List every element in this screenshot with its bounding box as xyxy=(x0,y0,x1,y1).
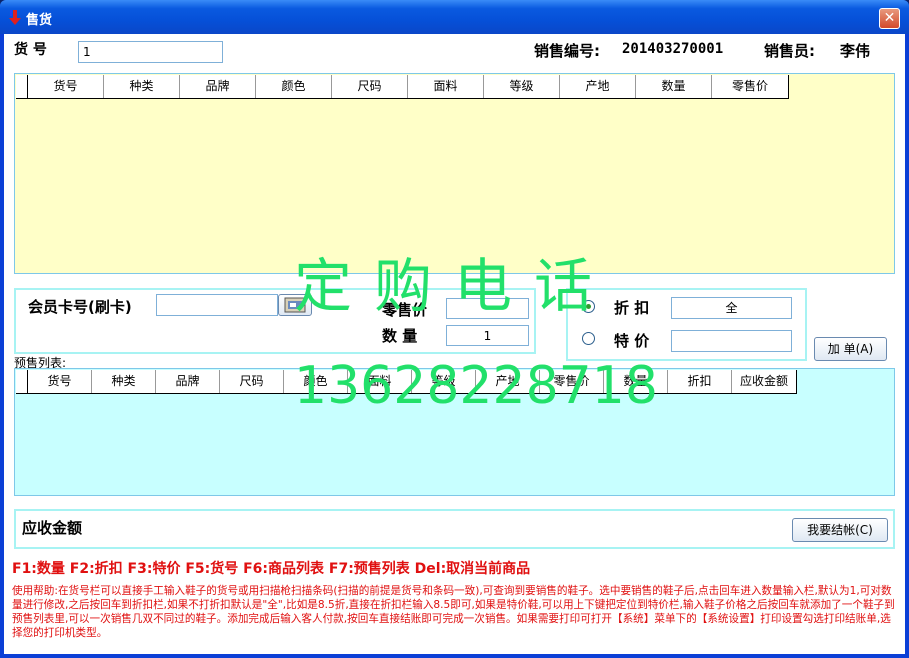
col-header[interactable]: 品牌 xyxy=(180,75,256,98)
col-header[interactable]: 零售价 xyxy=(712,75,788,98)
presale-grid-header: 货号 种类 品牌 尺码 颜色 面料 等级 产地 零售价 数量 折扣 应收金额 xyxy=(16,370,797,394)
discount-label: 折 扣 xyxy=(614,299,650,317)
col-header[interactable]: 等级 xyxy=(412,370,476,393)
member-card-label: 会员卡号(刷卡) xyxy=(28,298,132,316)
sale-window: 售货 ✕ 货 号 1 销售编号: 201403270001 销售员: 李伟 货号… xyxy=(0,0,909,658)
card-reader-button[interactable] xyxy=(278,294,312,316)
col-header[interactable]: 零售价 xyxy=(540,370,604,393)
col-header[interactable]: 折扣 xyxy=(668,370,732,393)
discount-input[interactable]: 全 xyxy=(671,297,792,319)
close-button[interactable]: ✕ xyxy=(879,8,900,29)
col-header[interactable]: 面料 xyxy=(348,370,412,393)
receivable-label: 应收金额 xyxy=(22,519,83,537)
col-header[interactable]: 种类 xyxy=(92,370,156,393)
seller-label: 销售员: xyxy=(764,42,815,60)
col-header[interactable]: 面料 xyxy=(408,75,484,98)
item-no-input[interactable]: 1 xyxy=(78,41,223,63)
product-grid[interactable]: 货号 种类 品牌 颜色 尺码 面料 等级 产地 数量 零售价 xyxy=(14,73,895,274)
member-panel: 会员卡号(刷卡) 零售价 数 量 1 xyxy=(14,288,536,354)
presale-grid[interactable]: 货号 种类 品牌 尺码 颜色 面料 等级 产地 零售价 数量 折扣 应收金额 xyxy=(14,368,895,496)
row-header-cell xyxy=(16,370,28,393)
col-header[interactable]: 数量 xyxy=(604,370,668,393)
col-header[interactable]: 尺码 xyxy=(332,75,408,98)
client-area: 货 号 1 销售编号: 201403270001 销售员: 李伟 货号 种类 品… xyxy=(4,34,905,654)
hotkeys-text: F1:数量 F2:折扣 F3:特价 F5:货号 F6:商品列表 F7:预售列表 … xyxy=(12,561,531,577)
row-header-cell xyxy=(16,75,28,98)
receivable-panel: 应收金额 我要结帐(C) xyxy=(14,509,895,549)
item-no-label: 货 号 xyxy=(14,42,47,58)
help-text: 使用帮助:在货号栏可以直接手工输入鞋子的货号或用扫描枪扫描条码(扫描的前提是货号… xyxy=(12,585,895,639)
col-header[interactable]: 货号 xyxy=(28,75,104,98)
retail-price-label: 零售价 xyxy=(382,301,428,319)
col-header[interactable]: 种类 xyxy=(104,75,180,98)
add-order-button[interactable]: 加 单(A) xyxy=(814,337,887,361)
special-price-radio[interactable] xyxy=(582,332,595,345)
retail-price-input[interactable] xyxy=(446,298,529,319)
sale-no-value: 201403270001 xyxy=(622,41,724,57)
col-header[interactable]: 尺码 xyxy=(220,370,284,393)
sale-no-label: 销售编号: xyxy=(534,42,600,60)
down-arrow-icon xyxy=(9,10,21,25)
col-header[interactable]: 产地 xyxy=(560,75,636,98)
col-header[interactable]: 品牌 xyxy=(156,370,220,393)
discount-panel: 折 扣 全 特 价 xyxy=(566,288,807,361)
window-title: 售货 xyxy=(26,13,53,28)
col-header[interactable]: 数量 xyxy=(636,75,712,98)
col-header[interactable]: 应收金额 xyxy=(732,370,796,393)
col-header[interactable]: 等级 xyxy=(484,75,560,98)
col-header[interactable]: 产地 xyxy=(476,370,540,393)
card-reader-icon xyxy=(284,297,306,313)
checkout-button[interactable]: 我要结帐(C) xyxy=(792,518,888,542)
title-bar[interactable]: 售货 ✕ xyxy=(0,0,909,34)
member-card-input[interactable] xyxy=(156,294,278,316)
col-header[interactable]: 颜色 xyxy=(256,75,332,98)
discount-radio[interactable] xyxy=(582,300,595,313)
product-grid-header: 货号 种类 品牌 颜色 尺码 面料 等级 产地 数量 零售价 xyxy=(16,75,789,99)
special-price-input[interactable] xyxy=(671,330,792,352)
col-header[interactable]: 颜色 xyxy=(284,370,348,393)
seller-value: 李伟 xyxy=(840,42,871,60)
quantity-label: 数 量 xyxy=(382,327,418,345)
col-header[interactable]: 货号 xyxy=(28,370,92,393)
special-price-label: 特 价 xyxy=(614,332,650,350)
quantity-input[interactable]: 1 xyxy=(446,325,529,346)
